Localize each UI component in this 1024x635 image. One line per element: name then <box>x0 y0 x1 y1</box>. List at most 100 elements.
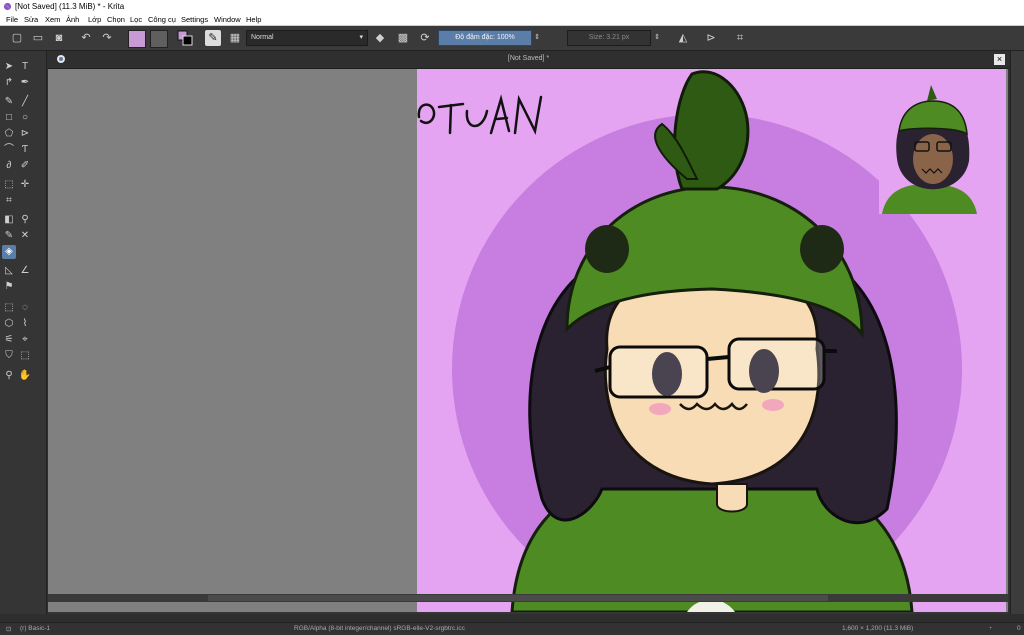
rectangle-tool-icon[interactable]: □ <box>2 111 16 125</box>
move-tool-icon[interactable]: ✛ <box>18 178 32 192</box>
menu-file[interactable]: File <box>6 15 18 24</box>
new-document-icon[interactable]: ▢ <box>10 30 24 46</box>
freehand-path-icon[interactable]: Ƭ <box>18 143 32 157</box>
menu-filter[interactable]: Lọc <box>130 15 142 24</box>
text-tool-icon[interactable]: T <box>18 60 32 74</box>
line-tool-icon[interactable]: ╱ <box>18 95 32 109</box>
art-neck <box>716 483 748 513</box>
status-bar: ⊡ (r) Basic-1 RGB/Alpha (8-bit integer/c… <box>0 622 1024 635</box>
ellipse-selection-icon[interactable]: ◌ <box>18 301 32 315</box>
scrollbar-thumb[interactable] <box>208 595 828 601</box>
title-bar: [Not Saved] (11.3 MiB) * - Krita <box>0 0 1024 13</box>
zoom-status: 0 <box>1017 625 1021 632</box>
window-title: [Not Saved] (11.3 MiB) * - Krita <box>15 2 125 11</box>
chevron-down-icon: ▾ <box>359 34 363 41</box>
foreground-color-swatch[interactable] <box>128 30 146 48</box>
dynamic-brush-icon[interactable]: ∂ <box>2 159 16 173</box>
reference-images-icon[interactable]: ⚑ <box>2 280 16 294</box>
similar-selection-icon[interactable]: ⌖ <box>18 333 32 347</box>
art-eye-left <box>652 352 682 396</box>
menu-edit[interactable]: Sửa <box>24 15 38 24</box>
contiguous-selection-icon[interactable]: ⚟ <box>2 333 16 347</box>
document-tab-title: [Not Saved] * <box>507 55 550 62</box>
bezier-curve-icon[interactable]: ⌒ <box>2 143 16 157</box>
assistant-tool-icon[interactable]: ◺ <box>2 264 16 278</box>
calligraphy-icon[interactable]: ✒ <box>18 76 32 90</box>
art-hat-eye-right <box>800 225 844 273</box>
menu-view[interactable]: Xem <box>45 15 60 24</box>
swap-colors-icon[interactable] <box>177 30 193 46</box>
polygon-tool-icon[interactable]: ⬠ <box>2 127 16 141</box>
select-shapes-icon[interactable]: ➤ <box>2 60 16 74</box>
art-glasses-bridge <box>706 355 730 361</box>
horizontal-scrollbar[interactable] <box>48 594 1008 602</box>
reference-thumbnail <box>879 85 979 214</box>
artwork-canvas[interactable]: @TUAN <box>417 69 1006 612</box>
preserve-alpha-icon[interactable]: ▩ <box>396 30 410 46</box>
color-space-status: RGB/Alpha (8-bit integer/channel) sRGB-e… <box>294 625 465 632</box>
menu-layer[interactable]: Lớp <box>88 15 101 24</box>
open-folder-icon[interactable]: ▭ <box>31 30 45 46</box>
blend-mode-select[interactable]: Normal ▾ <box>246 30 368 46</box>
grid-pattern-icon[interactable]: ▦ <box>228 30 242 46</box>
polygon-selection-icon[interactable]: ⬡ <box>2 317 16 331</box>
brush-size-slider[interactable]: Size: 3.21 px <box>567 30 651 46</box>
active-layer-status: (r) Basic-1 <box>20 625 50 632</box>
brush-preset-icon[interactable]: ✎ <box>205 30 221 46</box>
menu-settings[interactable]: Settings <box>181 15 208 24</box>
brush-size-label: Size: 3.21 px <box>588 34 630 41</box>
undo-icon[interactable]: ↶ <box>79 30 93 46</box>
transform-tool-icon[interactable]: ⬚ <box>2 178 16 192</box>
art-hat-eye-left <box>585 225 629 273</box>
gradient-tool-icon[interactable]: ◧ <box>2 213 16 227</box>
wrap-around-icon[interactable]: ⌗ <box>733 30 747 46</box>
close-icon[interactable]: × <box>994 54 1005 65</box>
pan-tool-icon[interactable]: ✋ <box>18 369 32 383</box>
mirror-vertical-icon[interactable]: ⊳ <box>704 30 718 46</box>
mirror-horizontal-icon[interactable]: ◭ <box>676 30 690 46</box>
zoom-tool-icon[interactable]: ⚲ <box>2 369 16 383</box>
smart-patch-icon[interactable]: ✎ <box>2 229 16 243</box>
fill-tool-icon[interactable]: ◈ <box>2 245 16 259</box>
freehand-selection-icon[interactable]: ⌇ <box>18 317 32 331</box>
background-color-swatch[interactable] <box>150 30 168 48</box>
reload-preset-icon[interactable]: ⟳ <box>418 30 432 46</box>
document-window: [Not Saved] * × @TUAN <box>48 51 1009 614</box>
opacity-stepper-icon[interactable]: ⇕ <box>533 30 541 46</box>
krita-logo-icon <box>3 2 12 11</box>
edit-shapes-icon[interactable]: ↱ <box>2 76 16 90</box>
menu-tools[interactable]: Công cụ <box>148 15 176 24</box>
polyline-tool-icon[interactable]: ⊳ <box>18 127 32 141</box>
document-tab[interactable]: [Not Saved] * × <box>48 51 1009 69</box>
color-picker-icon[interactable]: ⚲ <box>18 213 32 227</box>
opacity-slider[interactable]: Độ đậm đặc: 100% <box>438 30 532 46</box>
art-blush-right <box>762 399 784 411</box>
freehand-brush-icon[interactable]: ✎ <box>2 95 16 109</box>
right-dock-panel[interactable] <box>1010 51 1024 614</box>
brush-preset-status-icon: ⊡ <box>6 626 12 633</box>
ellipse-tool-icon[interactable]: ○ <box>18 111 32 125</box>
toolbox: ➤ T ↱ ✒ ✎ ╱ □ ○ ⬠ ⊳ ⌒ Ƭ ∂ ✐ ⬚ ✛ ⌗ ◧ ⚲ ✎ … <box>0 51 47 614</box>
rotation-icon[interactable]: ◔ <box>988 625 992 632</box>
blend-mode-value: Normal <box>251 34 274 41</box>
crop-tool-icon[interactable]: ⌗ <box>2 194 16 208</box>
bezier-selection-icon[interactable]: ⛉ <box>2 349 16 363</box>
art-eye-right <box>749 349 779 393</box>
menu-select[interactable]: Chọn <box>107 15 125 24</box>
menu-window[interactable]: Window <box>214 15 241 24</box>
size-stepper-icon[interactable]: ⇕ <box>653 30 661 46</box>
measure-tool-icon[interactable]: ∠ <box>18 264 32 278</box>
menu-image[interactable]: Ảnh <box>66 15 79 24</box>
colorize-mask-icon[interactable]: ✕ <box>18 229 32 243</box>
save-icon[interactable]: ◙ <box>52 30 66 46</box>
redo-icon[interactable]: ↷ <box>100 30 114 46</box>
art-watermark-text: @TUAN <box>477 107 485 110</box>
magnetic-selection-icon[interactable]: ⬚ <box>18 349 32 363</box>
multibrush-icon[interactable]: ✐ <box>18 159 32 173</box>
art-blush-left <box>649 403 671 415</box>
eraser-icon[interactable]: ◆ <box>373 30 387 46</box>
rect-selection-icon[interactable]: ⬚ <box>2 301 16 315</box>
menu-help[interactable]: Help <box>246 15 261 24</box>
canvas-area[interactable]: @TUAN <box>48 69 1008 612</box>
menu-bar: File Sửa Xem Ảnh Lớp Chọn Lọc Công cụ Se… <box>0 13 1024 26</box>
